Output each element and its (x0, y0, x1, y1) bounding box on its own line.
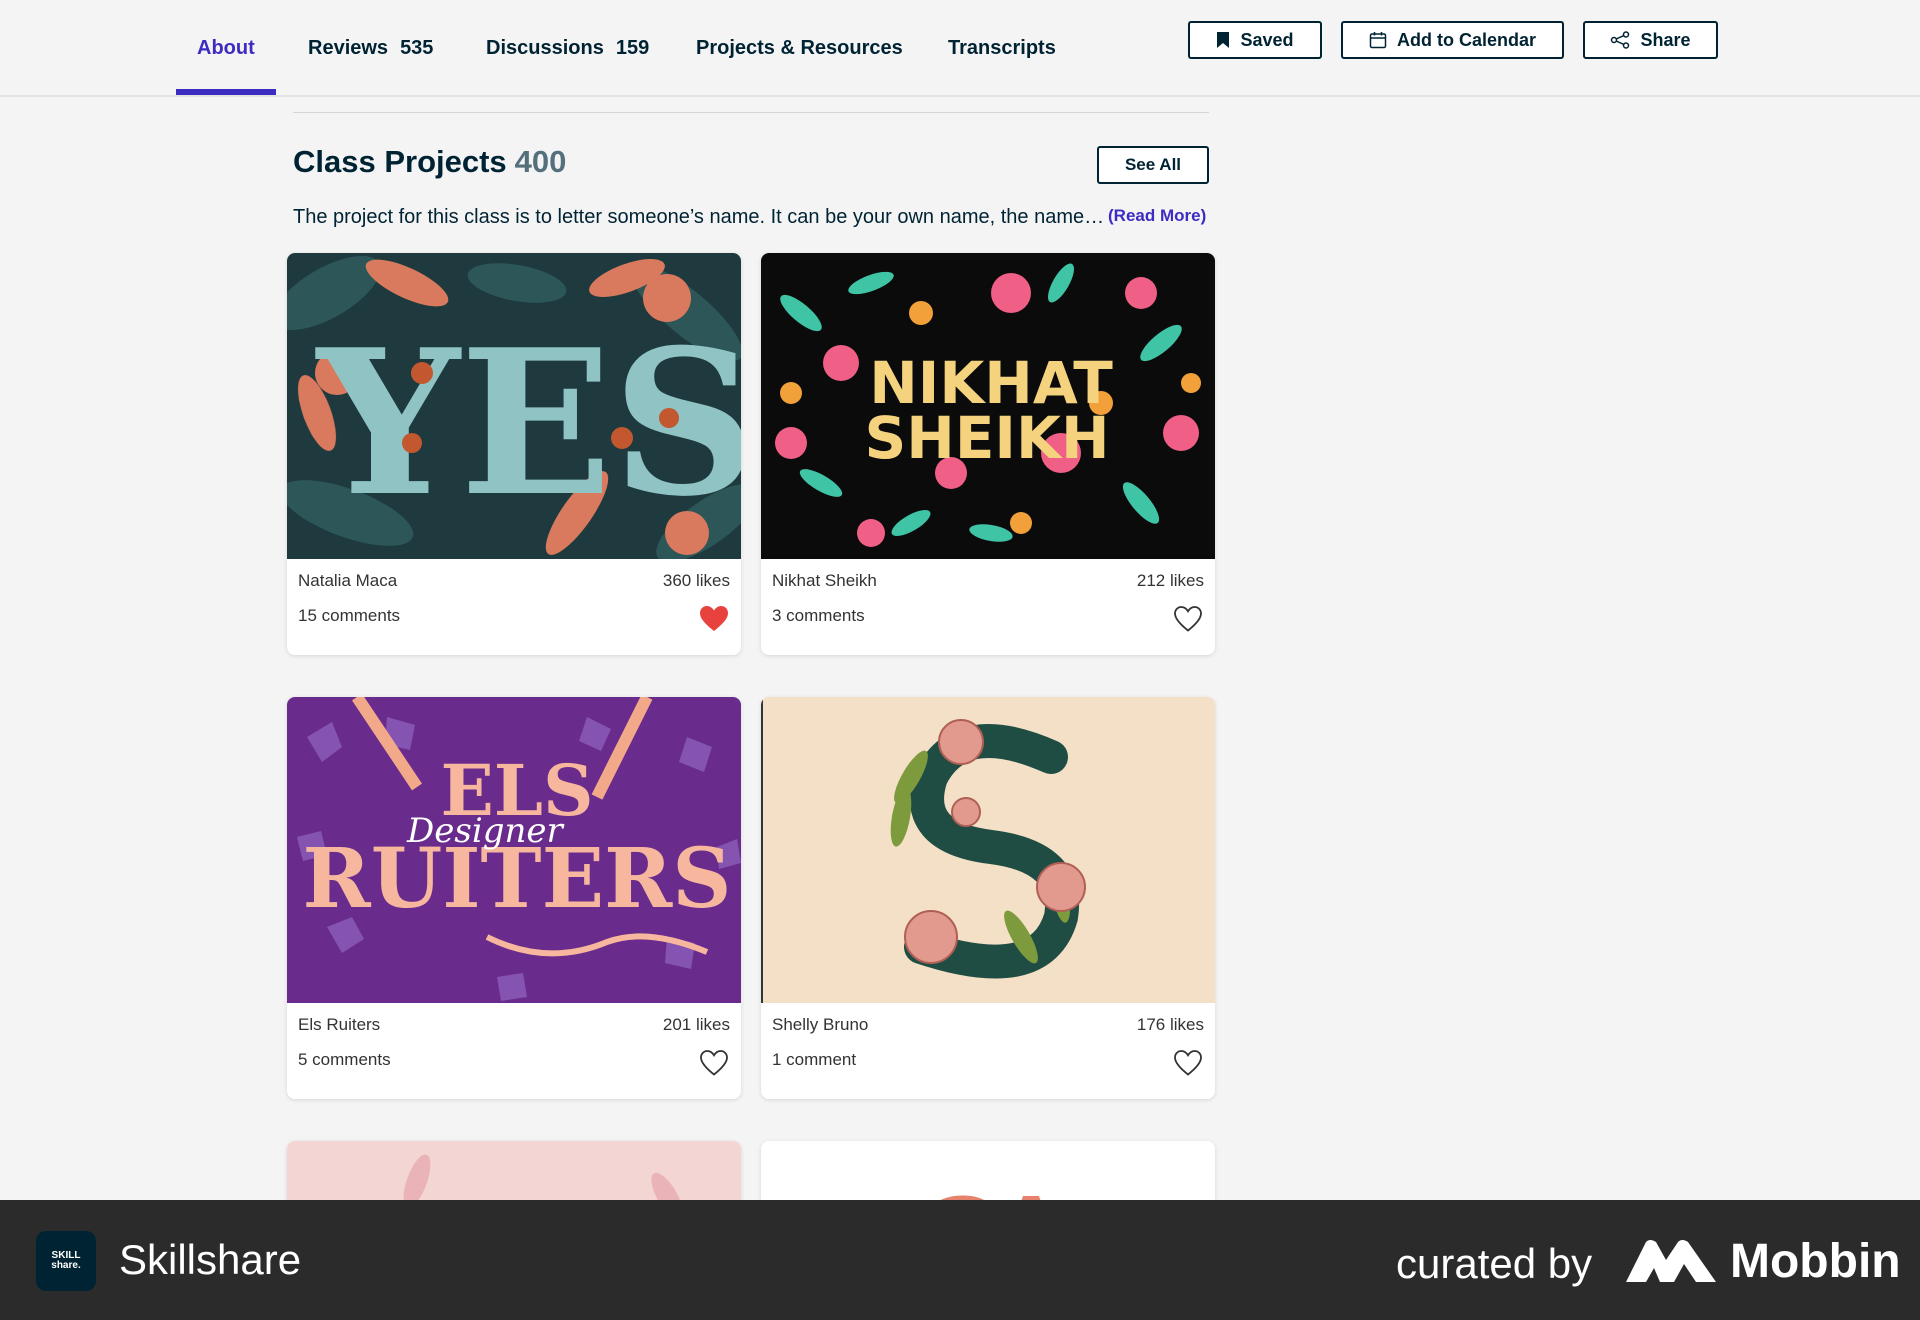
class-projects-title: Class Projects (293, 144, 507, 179)
top-navigation: About Reviews 535 Discussions 159 Projec… (0, 0, 1920, 97)
section-divider (293, 112, 1209, 113)
tab-reviews-count: 535 (400, 37, 434, 59)
heart-filled-icon[interactable] (699, 605, 729, 633)
mobbin-logo-icon (1626, 1240, 1716, 1282)
tab-about[interactable]: About (197, 0, 255, 97)
project-author[interactable]: Shelly Bruno (772, 1015, 868, 1035)
svg-text:SHEIKH: SHEIKH (865, 404, 1110, 472)
heart-icon[interactable] (699, 1049, 729, 1077)
add-to-calendar-label: Add to Calendar (1396, 29, 1536, 50)
share-icon (1611, 31, 1630, 49)
tab-projects-resources-label: Projects & Resources (696, 37, 903, 59)
project-likes: 360 likes (662, 571, 730, 590)
add-to-calendar-button[interactable]: Add to Calendar (1341, 21, 1564, 59)
heart-icon[interactable] (1173, 1049, 1203, 1077)
project-likes: 201 likes (662, 1015, 730, 1034)
saved-button-label: Saved (1240, 29, 1294, 50)
tab-transcripts[interactable]: Transcripts (948, 0, 1056, 97)
tab-transcripts-label: Transcripts (948, 37, 1056, 59)
active-tab-indicator (176, 89, 276, 95)
project-thumbnail[interactable]: ELS RUITERS Designer (287, 697, 741, 1003)
project-author[interactable]: Natalia Maca (298, 571, 397, 591)
see-all-button[interactable]: See All (1097, 146, 1209, 184)
svg-text:Designer: Designer (406, 811, 564, 851)
mobbin-brand: Mobbin (1730, 1235, 1901, 1288)
saved-button[interactable]: Saved (1188, 21, 1322, 59)
project-comments[interactable]: 3 comments (772, 606, 865, 626)
project-card-natalia-maca[interactable]: YES Natalia Maca 360 likes 15 comments (287, 253, 741, 655)
project-thumbnail[interactable]: YES (287, 253, 741, 559)
project-author[interactable]: Nikhat Sheikh (772, 571, 877, 591)
share-button-label: Share (1640, 29, 1691, 50)
project-author[interactable]: Els Ruiters (298, 1015, 380, 1035)
curated-by-text: curated by (1396, 1240, 1593, 1287)
project-likes: 212 likes (1136, 571, 1204, 590)
class-projects-heading: Class Projects 400 (293, 144, 566, 180)
tab-projects-resources[interactable]: Projects & Resources (696, 0, 903, 97)
project-thumbnail[interactable] (761, 697, 1215, 1003)
skillshare-logo-text: SKILL share. (51, 1250, 81, 1271)
class-projects-count: 400 (514, 144, 567, 179)
project-card-nikhat-sheikh[interactable]: NIKHAT SHEIKH Nikhat Sheikh 212 likes 3 … (761, 253, 1215, 655)
heart-icon[interactable] (1173, 605, 1203, 633)
skillshare-logo: SKILL share. (36, 1231, 96, 1291)
tab-about-label: About (197, 37, 255, 59)
project-thumbnail[interactable]: NIKHAT SHEIKH (761, 253, 1215, 559)
project-likes: 176 likes (1136, 1015, 1204, 1034)
calendar-icon (1369, 32, 1387, 49)
tab-discussions-label: Discussions (486, 37, 604, 59)
tab-reviews[interactable]: Reviews 535 (308, 0, 433, 97)
read-more-link[interactable]: (Read More) (1108, 206, 1206, 226)
tab-reviews-label: Reviews (308, 37, 389, 59)
share-button[interactable]: Share (1583, 21, 1718, 59)
bookmark-icon (1217, 32, 1230, 48)
project-comments[interactable]: 1 comment (772, 1050, 856, 1070)
tab-discussions-count: 159 (615, 37, 650, 59)
project-comments[interactable]: 15 comments (298, 606, 400, 626)
app-name: Skillshare (119, 1236, 302, 1283)
project-card-els-ruiters[interactable]: ELS RUITERS Designer Els Ruiters 201 lik… (287, 697, 741, 1099)
project-comments[interactable]: 5 comments (298, 1050, 391, 1070)
project-card-shelly-bruno[interactable]: Shelly Bruno 176 likes 1 comment (761, 697, 1215, 1099)
project-description: The project for this class is to letter … (293, 206, 1105, 228)
tab-discussions[interactable]: Discussions 159 (486, 0, 649, 97)
footer-banner: SKILL share. Skillshare curated by Mobbi… (0, 1200, 1920, 1320)
